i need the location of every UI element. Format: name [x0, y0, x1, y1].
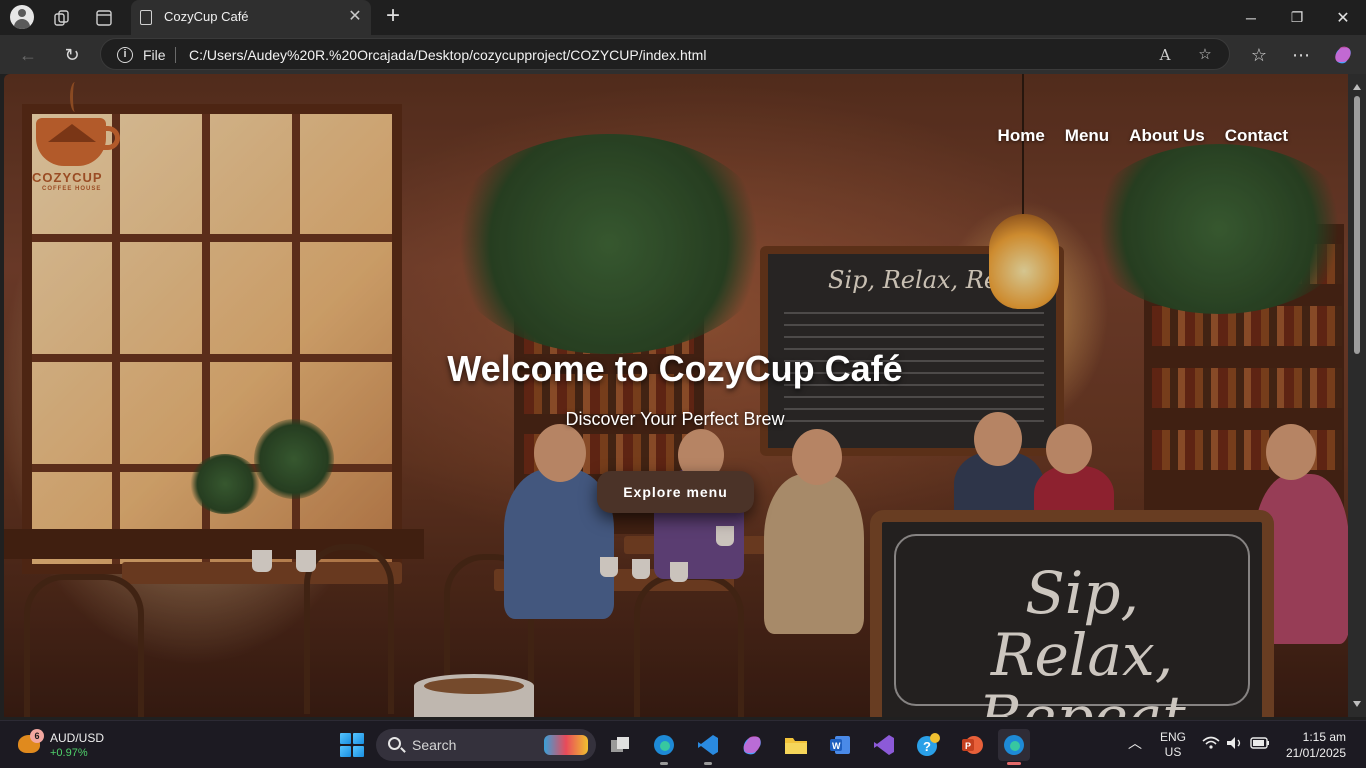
- scroll-thumb[interactable]: [1354, 96, 1360, 354]
- visual-studio-icon[interactable]: [868, 729, 900, 761]
- site-logo[interactable]: COZYCUP COFFEE HOUSE: [30, 82, 120, 192]
- page-scrollbar[interactable]: [1348, 74, 1366, 717]
- steam-icon: [70, 82, 80, 112]
- wifi-icon[interactable]: [1202, 736, 1220, 753]
- hero-subtitle: Discover Your Perfect Brew: [565, 409, 785, 429]
- svg-text:P: P: [965, 741, 971, 751]
- profile-icon[interactable]: [10, 5, 34, 29]
- vscode-icon[interactable]: [692, 729, 724, 765]
- site-info-icon[interactable]: i: [117, 47, 133, 63]
- language-code: ENG: [1160, 730, 1187, 744]
- show-hidden-icons-icon[interactable]: ︿: [1128, 733, 1142, 753]
- address-url[interactable]: C:/Users/Audey%20R.%20Orcajada/Desktop/c…: [189, 47, 706, 63]
- widget-badge: 6: [30, 729, 44, 743]
- site-nav: Home Menu About Us Contact: [998, 126, 1288, 146]
- clock-date: 21/01/2025: [1285, 746, 1346, 760]
- search-label: Search: [412, 737, 457, 753]
- battery-icon[interactable]: [1250, 736, 1270, 753]
- language-indicator[interactable]: ENG US: [1160, 730, 1186, 760]
- taskbar-search[interactable]: Search: [376, 729, 596, 761]
- svg-text:?: ?: [923, 739, 931, 754]
- taskbar: 6 AUD/USD +0.97% Search W ? P ︿ ENG US 1…: [0, 720, 1366, 768]
- currency-pair: AUD/USD: [50, 731, 105, 745]
- volume-icon[interactable]: [1226, 736, 1244, 753]
- address-bar[interactable]: i File C:/Users/Audey%20R.%20Orcajada/De…: [100, 38, 1230, 70]
- keyboard-layout: US: [1164, 745, 1182, 759]
- search-icon: [388, 737, 401, 750]
- edge-active-taskbar-icon[interactable]: [998, 729, 1030, 765]
- task-view-icon[interactable]: [604, 729, 636, 761]
- weather-market-widget[interactable]: 6 AUD/USD +0.97%: [16, 729, 126, 761]
- more-options-icon[interactable]: ⋯: [1288, 42, 1314, 68]
- logo-name: COZYCUP: [32, 170, 103, 185]
- close-tab-icon[interactable]: ✕: [345, 7, 365, 27]
- clock-time: 1:15 am: [1302, 730, 1346, 744]
- logo-house-icon: [48, 124, 96, 142]
- window-close-icon[interactable]: ✕: [1320, 0, 1366, 35]
- svg-text:W: W: [832, 741, 841, 751]
- favorite-star-icon[interactable]: ☆: [1195, 45, 1215, 65]
- logo-subtitle: COFFEE HOUSE: [42, 186, 102, 192]
- scroll-up-icon[interactable]: [1353, 84, 1361, 90]
- explore-menu-button[interactable]: Explore menu: [597, 471, 754, 513]
- currency-change: +0.97%: [50, 747, 88, 759]
- back-icon[interactable]: ←: [15, 42, 41, 68]
- hero-title: Welcome to CozyCup Café: [447, 348, 903, 389]
- system-clock[interactable]: 1:15 am 21/01/2025: [1286, 729, 1346, 761]
- restore-icon[interactable]: ❐: [1274, 0, 1320, 35]
- browser-tab-bar: CozyCup Café ✕ + ─ ❐ ✕: [0, 0, 1366, 35]
- nav-about-us[interactable]: About Us: [1129, 126, 1205, 146]
- edge-taskbar-icon[interactable]: [648, 729, 680, 765]
- powerpoint-icon[interactable]: P: [956, 729, 988, 761]
- scroll-down-icon[interactable]: [1353, 701, 1361, 707]
- copilot-icon[interactable]: [1330, 42, 1356, 68]
- favorites-icon[interactable]: ☆: [1246, 42, 1272, 68]
- nav-contact[interactable]: Contact: [1225, 126, 1288, 146]
- search-highlight-image: [544, 735, 588, 755]
- nav-menu[interactable]: Menu: [1065, 126, 1109, 146]
- hero-overlay: [4, 74, 1348, 717]
- nav-home[interactable]: Home: [998, 126, 1045, 146]
- start-icon[interactable]: [340, 733, 364, 757]
- workspaces-icon[interactable]: [50, 6, 74, 30]
- new-tab-icon[interactable]: +: [381, 4, 405, 29]
- browser-toolbar: ← ↻ i File C:/Users/Audey%20R.%20Orcajad…: [0, 35, 1366, 74]
- logo-mug-handle: [100, 126, 120, 150]
- page-viewport: Sip, Relax, Repeat Sip, Relax, Repeat CO…: [4, 74, 1348, 717]
- copilot-taskbar-icon[interactable]: [736, 729, 768, 761]
- word-icon[interactable]: W: [824, 729, 856, 761]
- active-tab[interactable]: CozyCup Café ✕: [131, 0, 371, 35]
- read-aloud-icon[interactable]: A: [1155, 45, 1175, 65]
- refresh-icon[interactable]: ↻: [59, 42, 85, 68]
- page-icon: [140, 10, 152, 25]
- minimize-icon[interactable]: ─: [1228, 0, 1274, 35]
- vertical-tabs-icon[interactable]: [92, 6, 116, 30]
- address-separator: [175, 47, 176, 63]
- file-explorer-icon[interactable]: [780, 729, 812, 761]
- tab-title: CozyCup Café: [164, 9, 249, 24]
- help-icon[interactable]: ?: [912, 729, 944, 761]
- address-scheme: File: [143, 47, 166, 63]
